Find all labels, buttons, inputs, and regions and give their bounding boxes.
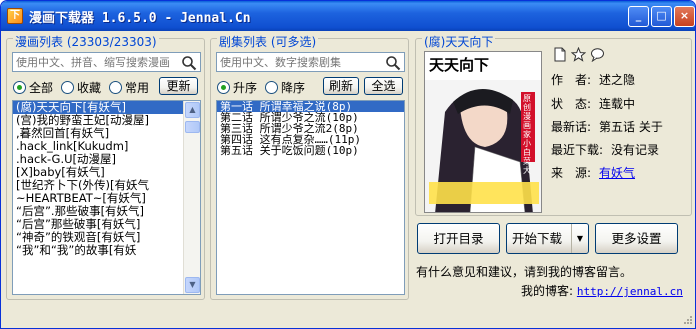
scroll-down-icon[interactable]: ▼: [185, 277, 200, 293]
comic-list-panel: 漫画列表 (23303/23303) 全部 收藏 常用 更新 (腐)天天向下[有…: [6, 33, 205, 300]
document-icon[interactable]: [553, 47, 567, 62]
close-button[interactable]: ×: [674, 6, 695, 27]
episode-sort-group: 升序 降序: [217, 79, 313, 96]
comic-list-item[interactable]: “后宫”那些破事[有妖气]: [13, 218, 200, 231]
author-label: 作 者:: [551, 73, 592, 87]
filter-all-label: 全部: [29, 81, 54, 95]
blog-link[interactable]: http://jennal.cn: [577, 285, 683, 298]
detail-icons: [553, 47, 605, 62]
episode-search-input[interactable]: [220, 55, 381, 69]
radio-icon[interactable]: [61, 81, 75, 94]
title-bar[interactable]: 下 漫画下载器 1.6.5.0 - Jennal.Cn _ □ ×: [1, 1, 695, 31]
comic-list-item[interactable]: ~HEARTBEAT~[有妖气]: [13, 192, 200, 205]
filter-all[interactable]: 全部: [13, 79, 53, 96]
episode-list-panel: 剧集列表 (可多选) 升序 降序 刷新 全选 第一话 所谓幸福之说(8p)第二话…: [210, 33, 409, 300]
radio-icon[interactable]: [217, 81, 230, 94]
cover-author-vertical: 原创漫画家小白菜大: [523, 94, 531, 175]
radio-icon[interactable]: [13, 81, 26, 94]
episode-list-title: 剧集列表 (可多选): [217, 33, 319, 50]
radio-icon[interactable]: [265, 81, 279, 94]
comic-search-box[interactable]: [12, 52, 201, 72]
comic-list-title: 漫画列表 (23303/23303): [13, 33, 159, 50]
filter-frequent-label: 常用: [125, 81, 150, 95]
comic-list-item[interactable]: [X]baby[有妖气]: [13, 166, 200, 179]
cover-image: 天天向下 原创漫画家小白菜大: [424, 51, 542, 213]
search-icon[interactable]: [385, 55, 401, 71]
blog-label: 我的博客:: [521, 284, 574, 298]
latest-row: 最新话: 第五话 关于: [551, 118, 663, 135]
comic-list[interactable]: (腐)天天向下[有妖气] (宫)我的野蛮王妃[动漫屋] ,暮然回首[有妖气] .hac…: [12, 100, 201, 295]
refresh-button[interactable]: 刷新: [323, 77, 359, 95]
recent-value: 没有记录: [611, 143, 660, 157]
star-icon[interactable]: [571, 47, 586, 62]
episode-list[interactable]: 第一话 所谓幸福之说(8p) 第二话 所谓少爷之流(10p) 第三话 所谓少爷之流2…: [216, 100, 405, 295]
blog-line: 我的博客: http://jennal.cn: [521, 282, 683, 299]
episode-list-item[interactable]: 第三话 所谓少爷之流2(8p): [217, 123, 404, 134]
episode-search-box[interactable]: [216, 52, 405, 72]
comic-list-rows: (腐)天天向下[有妖气] (宫)我的野蛮王妃[动漫屋] ,暮然回首[有妖气] .hac…: [13, 101, 200, 257]
app-icon: 下: [7, 8, 23, 24]
episode-list-rows: 第一话 所谓幸福之说(8p) 第二话 所谓少爷之流(10p) 第三话 所谓少爷之流2…: [217, 101, 404, 156]
recent-download-row: 最近下载: 没有记录: [551, 141, 659, 158]
filter-frequent[interactable]: 常用: [109, 79, 149, 96]
radio-icon[interactable]: [109, 81, 123, 94]
comic-list-item[interactable]: (宫)我的野蛮王妃[动漫屋]: [13, 114, 200, 127]
episode-list-item[interactable]: 第一话 所谓幸福之说(8p): [217, 101, 404, 112]
window-title: 漫画下载器 1.6.5.0 - Jennal.Cn: [29, 11, 251, 26]
comic-list-item[interactable]: ,暮然回首[有妖气]: [13, 127, 200, 140]
episode-list-item[interactable]: 第四话 这有点复杂……(11p): [217, 134, 404, 145]
search-icon[interactable]: [181, 55, 197, 71]
author-row: 作 者: 述之隐: [551, 71, 635, 88]
scroll-thumb[interactable]: [185, 121, 200, 133]
status-label: 状 态:: [551, 97, 592, 111]
comic-filter-group: 全部 收藏 常用: [13, 79, 157, 96]
comic-search-input[interactable]: [16, 55, 177, 69]
comment-icon[interactable]: [590, 47, 605, 62]
filter-favorites-label: 收藏: [77, 81, 102, 95]
sort-ascending-label: 升序: [233, 81, 258, 95]
comic-list-item[interactable]: [世纪齐卜下(外传)[有妖气: [13, 179, 200, 192]
comic-list-scrollbar[interactable]: ▲ ▼: [183, 101, 200, 294]
source-link[interactable]: 有妖气: [599, 166, 635, 180]
comic-list-item[interactable]: “后宫”.那些破事[有妖气]: [13, 205, 200, 218]
episode-list-item[interactable]: 第五话 关于吃饭问题(10p): [217, 145, 404, 156]
cover-title: 天天向下: [429, 56, 490, 74]
scroll-up-icon[interactable]: ▲: [185, 102, 200, 118]
app-window: 下 漫画下载器 1.6.5.0 - Jennal.Cn _ □ × 漫画列表 (…: [0, 0, 696, 329]
comic-list-item[interactable]: “神奇”的铁观音[有妖气]: [13, 231, 200, 244]
comic-list-item[interactable]: .hack-G.U[动漫屋]: [13, 153, 200, 166]
filter-favorites[interactable]: 收藏: [61, 79, 101, 96]
comic-list-item[interactable]: “我”和“我”的故事[有妖: [13, 244, 200, 257]
comic-list-item[interactable]: .hack_link[Kukudm]: [13, 140, 200, 153]
sort-descending[interactable]: 降序: [265, 79, 305, 96]
resize-grip-icon[interactable]: [681, 314, 693, 326]
open-directory-button[interactable]: 打开目录: [417, 223, 500, 254]
status-row: 状 态: 连载中: [551, 95, 635, 112]
latest-value: 第五话 关于: [599, 120, 663, 134]
start-download-button[interactable]: 开始下载 ▼: [506, 223, 589, 254]
comic-list-item[interactable]: (腐)天天向下[有妖气]: [13, 101, 200, 114]
detail-title: (腐)天天向下: [422, 33, 496, 50]
sort-ascending[interactable]: 升序: [217, 79, 257, 96]
author-value: 述之隐: [599, 73, 636, 87]
maximize-button[interactable]: □: [651, 6, 672, 27]
feedback-text: 有什么意见和建议，请到我的博客留言。: [416, 265, 633, 279]
minimize-button[interactable]: _: [628, 6, 649, 27]
recent-label: 最近下载:: [551, 143, 604, 157]
select-all-button[interactable]: 全选: [364, 77, 403, 95]
status-value: 连载中: [599, 97, 636, 111]
more-settings-button[interactable]: 更多设置: [595, 223, 678, 254]
episode-list-item[interactable]: 第二话 所谓少爷之流(10p): [217, 112, 404, 123]
start-download-label: 开始下载: [512, 231, 563, 246]
source-row: 来 源: 有妖气: [551, 164, 635, 181]
source-label: 来 源:: [551, 166, 592, 180]
sort-descending-label: 降序: [281, 81, 306, 95]
dropdown-arrow-icon[interactable]: ▼: [571, 224, 588, 253]
latest-label: 最新话:: [551, 120, 592, 134]
update-button[interactable]: 更新: [159, 77, 198, 95]
